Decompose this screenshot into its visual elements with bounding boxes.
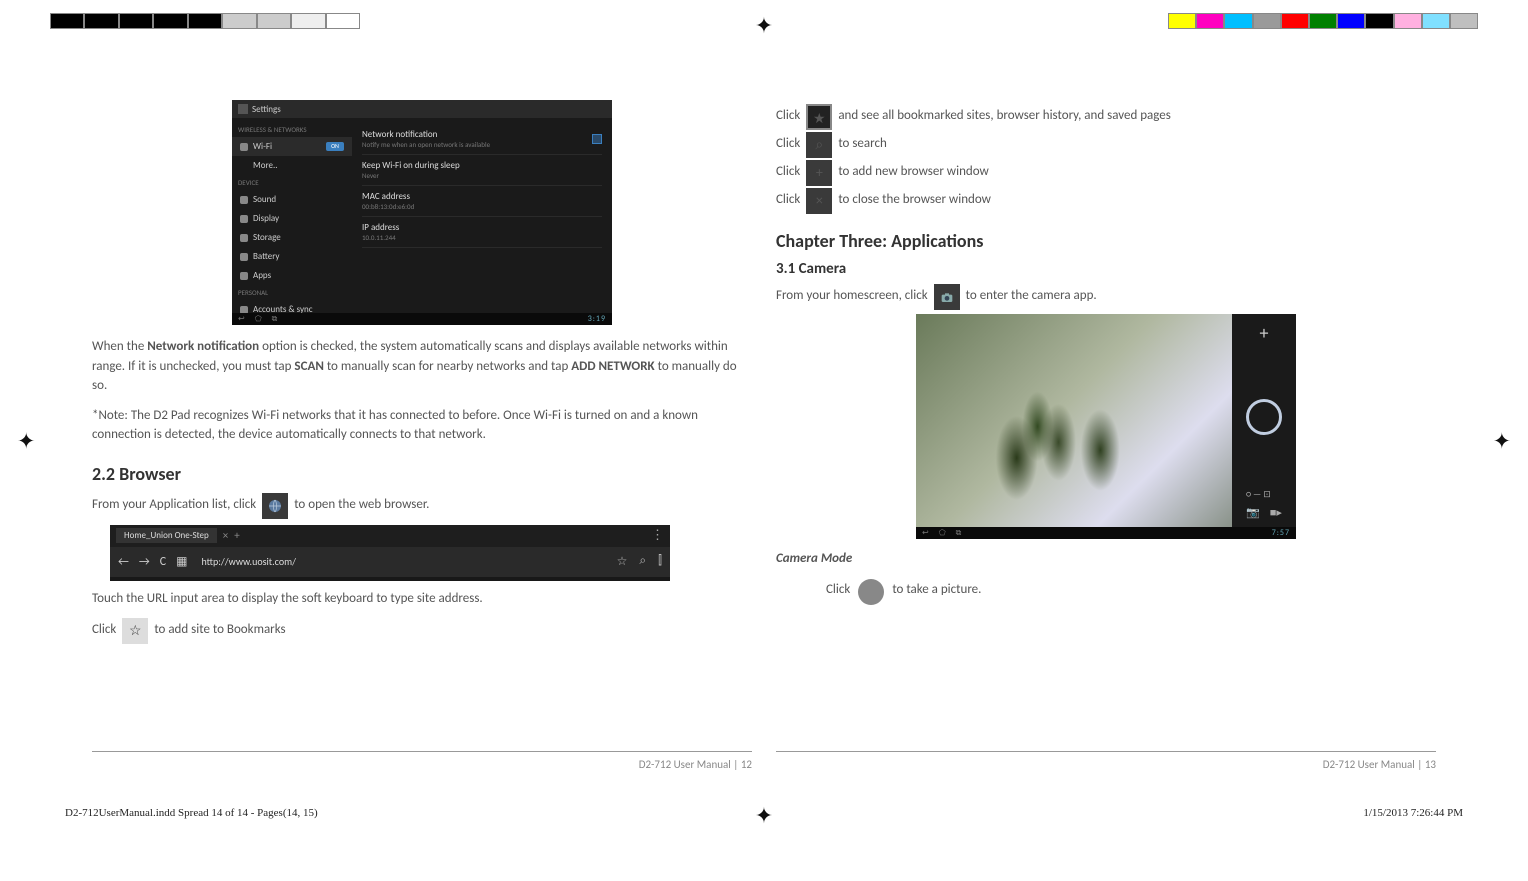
registration-mark-icon: ✦ <box>17 427 35 454</box>
wifi-toggle[interactable]: ON <box>326 142 344 151</box>
recent-icon[interactable]: ⧉ <box>272 314 278 324</box>
search-icon[interactable]: ⌕ <box>639 554 646 569</box>
row-new-window: Click + to add new browser window <box>776 160 1436 184</box>
heading-camera: 3.1 Camera <box>776 260 1436 278</box>
camera-preview-image <box>954 348 1163 506</box>
video-mode-icon[interactable]: ■▸ <box>1270 506 1282 519</box>
row-close-window: Click × to close the browser window <box>776 188 1436 212</box>
back-icon[interactable]: ← <box>118 555 129 569</box>
sidebar-item-battery[interactable]: Battery <box>232 247 352 266</box>
sidebar-item-storage[interactable]: Storage <box>232 228 352 247</box>
registration-bars-left <box>50 13 360 29</box>
heading-camera-mode: Camera Mode <box>776 549 1436 569</box>
registration-bars-right <box>1168 13 1478 29</box>
paragraph-open-browser: From your Application list, click to ope… <box>92 493 752 517</box>
plus-icon: + <box>806 160 832 186</box>
paragraph-network-notification: When the Network notification option is … <box>92 337 752 396</box>
search-icon: ⌕ <box>806 132 832 158</box>
url-field[interactable]: http://www.uosit.com/ <box>202 555 296 568</box>
camera-screenshot: + ○ — ⊡ 📷 ■▸ ↩ ⬠ ⧉ 7:57 <box>916 314 1296 539</box>
browser-screenshot: Home_Union One-Step × + ⋮ ← → C ▦ http:/… <box>110 525 670 581</box>
back-icon[interactable]: ↩ <box>922 528 929 538</box>
site-icon: ▦ <box>176 554 187 569</box>
sidebar-item-apps[interactable]: Apps <box>232 266 352 285</box>
forward-icon[interactable]: → <box>139 555 150 569</box>
sidebar-item-sound[interactable]: Sound <box>232 190 352 209</box>
shutter-button[interactable] <box>1246 399 1282 435</box>
registration-mark-icon: ✦ <box>755 12 773 39</box>
status-clock: 7:57 <box>1272 528 1290 538</box>
display-icon <box>240 215 248 223</box>
section-header: PERSONAL <box>232 285 352 300</box>
settings-title: Settings <box>252 104 281 115</box>
recent-icon[interactable]: ⧉ <box>956 528 962 538</box>
home-icon[interactable]: ⬠ <box>939 528 946 538</box>
browser-tab[interactable]: Home_Union One-Step <box>116 528 217 543</box>
page-13: Click ★ and see all bookmarked sites, br… <box>764 100 1448 771</box>
globe-icon <box>262 493 288 519</box>
star-icon[interactable]: ☆ <box>617 554 628 569</box>
apps-icon <box>240 272 248 280</box>
page-12: Settings WIRELESS & NETWORKS Wi-FiON Mor… <box>80 100 764 771</box>
menu-icon[interactable]: ⋮ <box>651 528 664 543</box>
opt-ip-address: IP address10.0.11.244 <box>362 217 602 248</box>
section-header: WIRELESS & NETWORKS <box>232 122 352 137</box>
row-search: Click ⌕ to search <box>776 132 1436 156</box>
paragraph-add-bookmark: Click ☆ to add site to Bookmarks <box>92 618 752 642</box>
heading-browser: 2.2 Browser <box>92 463 752 485</box>
star-outline-icon: ☆ <box>122 618 148 644</box>
bookmarks-icon[interactable]: ⫿ <box>658 554 662 569</box>
registration-mark-icon: ✦ <box>1493 427 1511 454</box>
new-tab-icon[interactable]: + <box>234 529 239 542</box>
sidebar-item-more[interactable]: More.. <box>232 156 352 175</box>
checkbox-icon[interactable] <box>592 134 602 144</box>
shutter-icon <box>858 579 884 605</box>
storage-icon <box>240 234 248 242</box>
opt-mac-address: MAC address00:b8:13:0d:e6:0d <box>362 186 602 217</box>
camera-options-icon[interactable]: + <box>1260 322 1269 344</box>
home-icon[interactable]: ⬠ <box>255 314 262 324</box>
settings-screenshot: Settings WIRELESS & NETWORKS Wi-FiON Mor… <box>232 100 612 325</box>
reload-icon[interactable]: C <box>160 555 166 569</box>
sidebar-item-display[interactable]: Display <box>232 209 352 228</box>
wifi-icon <box>240 143 248 151</box>
paragraph-open-camera: From your homescreen, click to enter the… <box>776 284 1436 308</box>
camera-mode-icon[interactable]: 📷 <box>1246 506 1260 519</box>
camera-app-icon <box>934 284 960 310</box>
settings-icon <box>238 104 248 114</box>
paragraph-take-picture: Click to take a picture. <box>826 579 1436 601</box>
camera-modes[interactable]: ○ — ⊡ <box>1246 489 1282 500</box>
section-header: DEVICE <box>232 175 352 190</box>
sound-icon <box>240 196 248 204</box>
sidebar-item-wifi[interactable]: Wi-FiON <box>232 137 352 156</box>
paragraph-url-input: Touch the URL input area to display the … <box>92 589 752 609</box>
paragraph-wifi-note: *Note: The D2 Pad recognizes Wi-Fi netwo… <box>92 406 752 445</box>
page-footer: D2-712 User Manual | 13 <box>776 751 1436 771</box>
print-metadata: D2-712UserManual.indd Spread 14 of 14 - … <box>65 807 1463 819</box>
battery-icon <box>240 253 248 261</box>
opt-keep-wifi-sleep[interactable]: Keep Wi-Fi on during sleepNever <box>362 155 602 186</box>
close-tab-icon[interactable]: × <box>223 529 228 542</box>
page-footer: D2-712 User Manual | 12 <box>92 751 752 771</box>
opt-network-notification[interactable]: Network notificationNotify me when an op… <box>362 124 602 155</box>
row-bookmarks: Click ★ and see all bookmarked sites, br… <box>776 104 1436 128</box>
back-icon[interactable]: ↩ <box>238 314 245 324</box>
meta-date: 1/15/2013 7:26:44 PM <box>1363 807 1463 819</box>
meta-file: D2-712UserManual.indd Spread 14 of 14 - … <box>65 807 318 819</box>
bookmark-star-icon: ★ <box>806 104 832 130</box>
heading-chapter-three: Chapter Three: Applications <box>776 230 1436 252</box>
status-clock: 3:19 <box>588 314 606 324</box>
close-icon: × <box>806 188 832 214</box>
